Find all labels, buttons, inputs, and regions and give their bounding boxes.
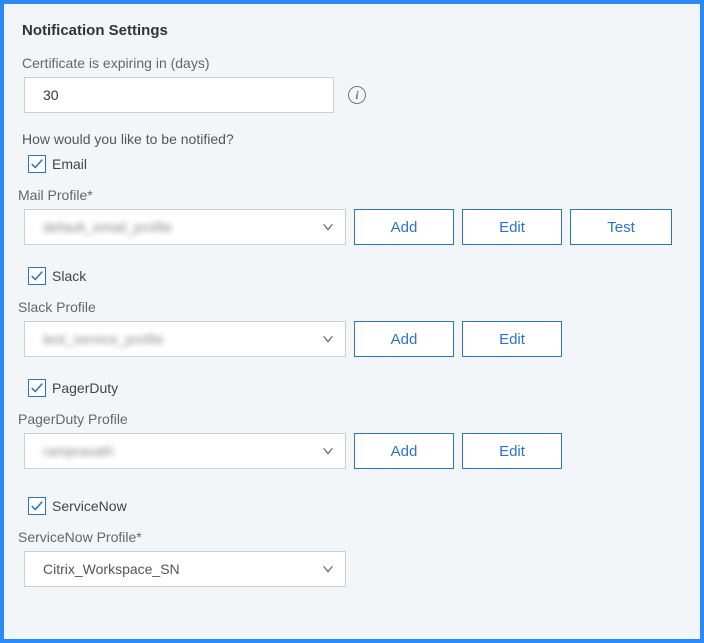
how-notified-label: How would you like to be notified? [22, 131, 686, 147]
check-icon [30, 269, 44, 283]
expiry-label: Certificate is expiring in (days) [22, 55, 686, 71]
chevron-down-icon [321, 562, 335, 576]
slack-add-button[interactable]: Add [354, 321, 454, 357]
mail-profile-select[interactable]: default_email_profile [24, 209, 346, 245]
slack-profile-value: test_service_profile [43, 331, 164, 347]
expiry-input[interactable] [24, 77, 334, 113]
servicenow-checkbox[interactable] [28, 497, 46, 515]
servicenow-profile-value: Citrix_Workspace_SN [43, 561, 180, 577]
servicenow-checkbox-label: ServiceNow [52, 498, 127, 514]
slack-checkbox-label: Slack [52, 268, 86, 284]
check-icon [30, 381, 44, 395]
notification-settings-panel: Notification Settings Certificate is exp… [0, 0, 704, 643]
email-checkbox-label: Email [52, 156, 87, 172]
slack-profile-select[interactable]: test_service_profile [24, 321, 346, 357]
mail-profile-value: default_email_profile [43, 219, 172, 235]
pagerduty-profile-value: ramprasath [43, 443, 114, 459]
slack-checkbox[interactable] [28, 267, 46, 285]
mail-test-button[interactable]: Test [570, 209, 672, 245]
pagerduty-checkbox-label: PagerDuty [52, 380, 118, 396]
pagerduty-checkbox[interactable] [28, 379, 46, 397]
email-checkbox[interactable] [28, 155, 46, 173]
page-title: Notification Settings [22, 22, 686, 39]
servicenow-profile-select[interactable]: Citrix_Workspace_SN [24, 551, 346, 587]
check-icon [30, 499, 44, 513]
chevron-down-icon [321, 444, 335, 458]
servicenow-profile-label: ServiceNow Profile* [18, 529, 686, 545]
slack-edit-button[interactable]: Edit [462, 321, 562, 357]
chevron-down-icon [321, 332, 335, 346]
mail-edit-button[interactable]: Edit [462, 209, 562, 245]
pagerduty-profile-label: PagerDuty Profile [18, 411, 686, 427]
check-icon [30, 157, 44, 171]
mail-profile-label: Mail Profile* [18, 187, 686, 203]
info-icon[interactable]: i [348, 86, 366, 104]
pagerduty-profile-select[interactable]: ramprasath [24, 433, 346, 469]
pagerduty-edit-button[interactable]: Edit [462, 433, 562, 469]
chevron-down-icon [321, 220, 335, 234]
mail-add-button[interactable]: Add [354, 209, 454, 245]
slack-profile-label: Slack Profile [18, 299, 686, 315]
pagerduty-add-button[interactable]: Add [354, 433, 454, 469]
